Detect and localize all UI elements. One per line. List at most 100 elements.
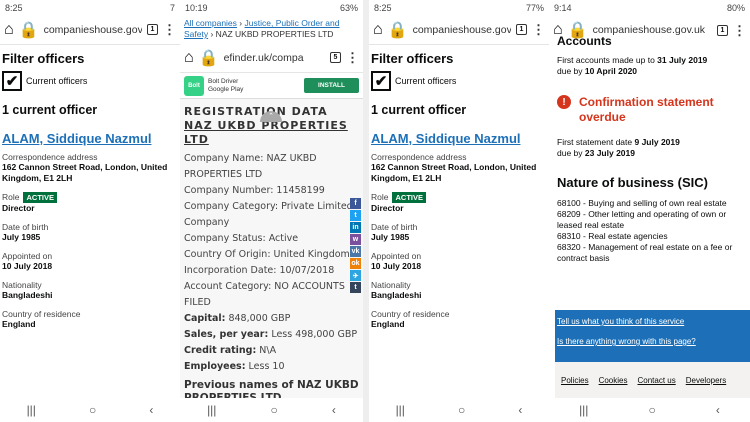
- statement-date: First statement date 9 July 2019: [557, 137, 680, 147]
- tumblr-icon[interactable]: t: [350, 282, 361, 293]
- nature-of-business-heading: Nature of business (SIC): [557, 175, 708, 190]
- lock-icon: 🔒: [387, 21, 408, 39]
- status-time: 8:25: [374, 2, 392, 13]
- status-time: 8:25: [5, 2, 23, 13]
- accounts-heading: Accounts: [557, 35, 612, 47]
- home-button-icon[interactable]: ○: [649, 403, 656, 417]
- active-badge: ACTIVE: [392, 192, 426, 203]
- incorporation-date: Incorporation Date: 10/07/2018: [184, 265, 335, 276]
- capital: Capital: 848,000 GBP: [184, 313, 291, 324]
- footer: Policies Cookies Contact us Developers: [555, 362, 750, 398]
- social-share-bar: f t in w vk ok ✈ t: [350, 198, 361, 293]
- checkmark-icon: ✔: [371, 71, 391, 91]
- footer-policies[interactable]: Policies: [561, 376, 589, 385]
- android-nav-bar: ||| ○ ‹: [549, 398, 750, 422]
- recent-apps-icon[interactable]: |||: [27, 403, 36, 417]
- recent-apps-icon[interactable]: |||: [579, 403, 588, 417]
- status-bar: 8:25 7: [0, 0, 180, 15]
- report-problem-link[interactable]: Is there anything wrong with this page?: [557, 336, 748, 347]
- accounts-due: due by 10 April 2020: [557, 66, 638, 76]
- role-value: Director: [2, 203, 35, 213]
- browser-address-bar[interactable]: ⌂ 🔒 efinder.uk/compa 5 ⋮: [180, 43, 363, 73]
- checkmark-icon: ✔: [2, 71, 22, 91]
- feedback-banner: Tell us what you think of this service I…: [555, 310, 750, 362]
- appointed-value: 10 July 2018: [371, 261, 422, 271]
- nationality-label: Nationality: [371, 280, 411, 290]
- back-icon[interactable]: ‹: [149, 403, 153, 417]
- footer-contact[interactable]: Contact us: [637, 376, 675, 385]
- residence-label: Country of residence: [2, 309, 81, 319]
- appointed-label: Appointed on: [371, 251, 422, 261]
- home-button-icon[interactable]: ○: [271, 403, 278, 417]
- crumb-current: › NAZ UKBD PROPERTIES LTD: [210, 29, 334, 39]
- screenshot-officers-1: 8:25 7 ⌂ 🔒 companieshouse.gov.uk 1 ⋮ Fil…: [0, 0, 180, 422]
- home-button-icon[interactable]: ○: [89, 403, 96, 417]
- back-icon[interactable]: ‹: [332, 403, 336, 417]
- tabs-button[interactable]: 5: [330, 52, 341, 63]
- lock-icon: 🔒: [18, 21, 39, 39]
- company-status: Company Status: Active: [184, 233, 299, 244]
- tabs-button[interactable]: 1: [516, 24, 527, 35]
- ad-banner[interactable]: Bolt Bolt Driver Google Play INSTALL: [180, 73, 363, 99]
- current-officers-checkbox[interactable]: ✔ Current officers: [371, 71, 549, 91]
- home-icon[interactable]: ⌂: [4, 21, 14, 39]
- android-nav-bar: ||| ○ ‹: [180, 398, 363, 422]
- menu-icon[interactable]: ⋮: [532, 23, 545, 36]
- corr-value: 162 Cannon Street Road, London, United K…: [2, 162, 168, 183]
- viber-icon[interactable]: w: [350, 234, 361, 245]
- crumb-all-companies[interactable]: All companies: [184, 18, 237, 28]
- sic-item: 68100 - Buying and selling of own real e…: [557, 198, 727, 208]
- current-officers-checkbox[interactable]: ✔ Current officers: [2, 71, 180, 91]
- officer-count: 1 current officer: [2, 103, 98, 117]
- footer-developers[interactable]: Developers: [686, 376, 726, 385]
- linkedin-icon[interactable]: in: [350, 222, 361, 233]
- bolt-logo: Bolt: [184, 75, 204, 96]
- tabs-button[interactable]: 1: [717, 24, 728, 36]
- menu-icon[interactable]: ⋮: [733, 24, 746, 37]
- install-button[interactable]: INSTALL: [304, 78, 359, 93]
- accounts-made-up: First accounts made up to 31 July 2019: [557, 55, 708, 65]
- browser-address-bar[interactable]: ⌂ 🔒 companieshouse.gov.uk 1 ⋮: [369, 15, 549, 45]
- url-field[interactable]: efinder.uk/compa: [224, 52, 325, 64]
- home-button-icon[interactable]: ○: [458, 403, 465, 417]
- filter-heading: Filter officers: [371, 51, 454, 66]
- lock-icon: 🔒: [198, 49, 219, 67]
- menu-icon[interactable]: ⋮: [163, 23, 176, 36]
- twitter-icon[interactable]: t: [350, 210, 361, 221]
- recent-apps-icon[interactable]: |||: [207, 403, 216, 417]
- sic-item: 68310 - Real estate agencies: [557, 231, 668, 241]
- company-name: Company Name: NAZ UKBD PROPERTIES LTD: [184, 153, 317, 180]
- footer-cookies[interactable]: Cookies: [599, 376, 628, 385]
- sic-item: 68209 - Other letting and operating of o…: [557, 209, 727, 230]
- registration-data: REGISTRATION DATA NAZ UKBD PROPERTIES LT…: [180, 99, 363, 405]
- recent-apps-icon[interactable]: |||: [396, 403, 405, 417]
- active-badge: ACTIVE: [23, 192, 57, 203]
- home-icon[interactable]: ⌂: [373, 21, 383, 39]
- browser-address-bar[interactable]: ⌂ 🔒 companieshouse.gov.uk 1 ⋮: [0, 15, 180, 45]
- status-battery: 63%: [339, 2, 358, 13]
- back-icon[interactable]: ‹: [716, 403, 720, 417]
- filter-heading: Filter officers: [2, 51, 85, 66]
- feedback-link[interactable]: Tell us what you think of this service: [557, 316, 748, 327]
- menu-icon[interactable]: ⋮: [346, 51, 359, 64]
- odnoklassniki-icon[interactable]: ok: [350, 258, 361, 269]
- confirmation-title: Confirmation statement overdue: [579, 95, 714, 124]
- home-icon[interactable]: ⌂: [184, 49, 194, 67]
- residence-value: England: [2, 319, 36, 329]
- corr-value: 162 Cannon Street Road, London, United K…: [371, 162, 537, 183]
- facebook-icon[interactable]: f: [350, 198, 361, 209]
- warning-icon: !: [557, 95, 571, 109]
- tabs-button[interactable]: 1: [147, 24, 158, 35]
- role-label: Role ACTIVE: [371, 192, 549, 203]
- checkbox-label: Current officers: [26, 76, 88, 86]
- back-icon[interactable]: ‹: [518, 403, 522, 417]
- role-value: Director: [371, 203, 404, 213]
- vk-icon[interactable]: vk: [350, 246, 361, 257]
- officer-name-link[interactable]: ALAM, Siddique Nazmul: [371, 131, 549, 146]
- screenshot-officers-2: 8:25 77% ⌂ 🔒 companieshouse.gov.uk 1 ⋮ F…: [363, 0, 549, 422]
- telegram-icon[interactable]: ✈: [350, 270, 361, 281]
- url-field[interactable]: companieshouse.gov.uk: [413, 24, 511, 36]
- url-field[interactable]: companieshouse.gov.uk: [44, 24, 142, 36]
- residence-label: Country of residence: [371, 309, 450, 319]
- officer-name-link[interactable]: ALAM, Siddique Nazmul: [2, 131, 180, 146]
